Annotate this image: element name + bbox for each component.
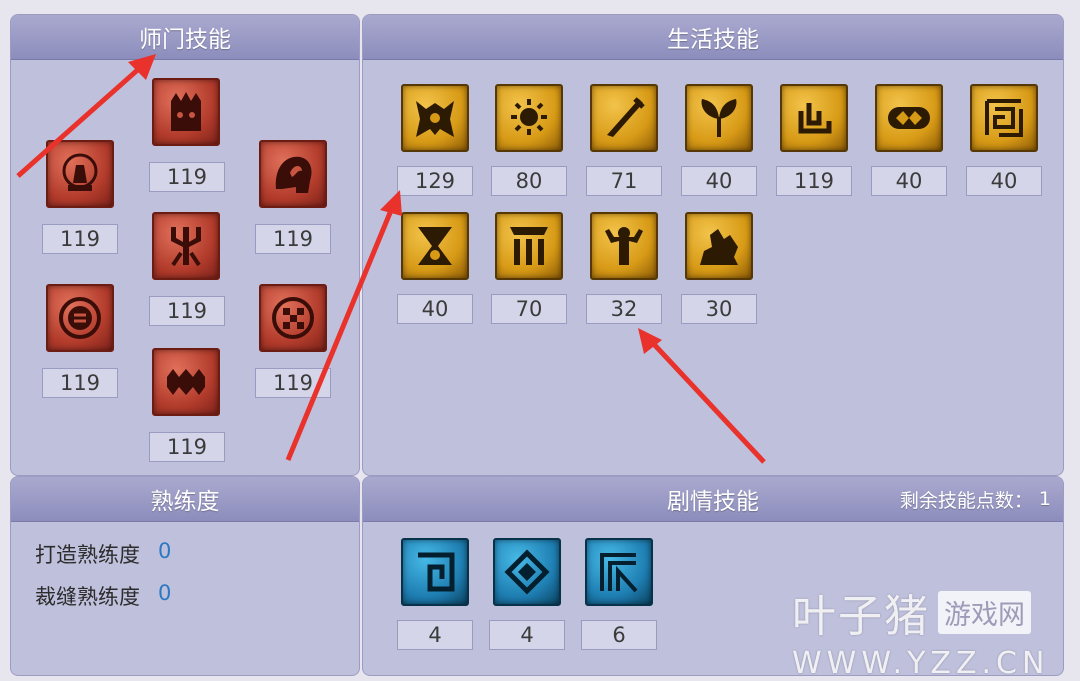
muscle-emblem-icon[interactable]	[401, 84, 469, 152]
sprout-icon[interactable]	[685, 84, 753, 152]
life-skills-panel: 生活技能 129 80 71 40 119 40 40 40 70 32 30	[362, 14, 1064, 476]
spiral-rune-icon[interactable]	[401, 538, 469, 606]
life-skill-8-value: 70	[491, 294, 567, 324]
life-skill-3-value: 40	[681, 166, 757, 196]
diamond-rune-icon[interactable]	[493, 538, 561, 606]
life-skill-1-value: 80	[491, 166, 567, 196]
school-skills-header: 师门技能	[11, 15, 359, 60]
school-skill-0-value: 119	[42, 224, 118, 254]
watermark-tag: 游戏网	[938, 590, 1031, 634]
life-skill-2-value: 71	[586, 166, 662, 196]
school-skills-title: 师门技能	[139, 27, 231, 53]
story-skills-title: 剧情技能	[667, 489, 759, 515]
life-skills-title: 生活技能	[667, 27, 759, 53]
school-skill-1-value: 119	[149, 162, 225, 192]
watermark-top: 叶子猪 游戏网	[792, 580, 1062, 644]
life-skill-7-value: 40	[397, 294, 473, 324]
story-skill-1-value: 4	[489, 620, 565, 650]
hourglass-figure-icon[interactable]	[401, 212, 469, 280]
spike-band-icon[interactable]	[152, 348, 220, 416]
life-skill-4-value: 119	[776, 166, 852, 196]
gate-icon[interactable]	[495, 212, 563, 280]
tailoring-label: 裁缝熟练度	[35, 585, 140, 609]
forging-label: 打造熟练度	[35, 543, 140, 567]
bell-icon[interactable]	[46, 140, 114, 208]
checker-circle-icon[interactable]	[259, 284, 327, 352]
story-skill-2-value: 6	[581, 620, 657, 650]
trident-icon[interactable]	[152, 212, 220, 280]
blade-icon[interactable]	[590, 84, 658, 152]
watermark-name: 叶子猪	[792, 591, 930, 642]
head-leaf-icon[interactable]	[259, 140, 327, 208]
proficiency-row-forging: 打造熟练度 0	[35, 539, 171, 569]
maze-icon[interactable]	[970, 84, 1038, 152]
story-skill-0-value: 4	[397, 620, 473, 650]
life-skill-10-value: 30	[681, 294, 757, 324]
proficiency-row-tailoring: 裁缝熟练度 0	[35, 581, 171, 611]
watermark: 叶子猪 游戏网 WWW.YZZ.CN	[792, 580, 1062, 681]
crown-mask-icon[interactable]	[152, 78, 220, 146]
school-skill-3-value: 119	[149, 296, 225, 326]
life-skill-9-value: 32	[586, 294, 662, 324]
life-skill-5-value: 40	[871, 166, 947, 196]
proficiency-header: 熟练度	[11, 477, 359, 522]
school-skills-panel: 师门技能 119 119 119 119 119 119 119	[10, 14, 360, 476]
sun-face-icon[interactable]	[495, 84, 563, 152]
watermark-url: WWW.YZZ.CN	[792, 646, 1050, 681]
strongman-icon[interactable]	[590, 212, 658, 280]
life-skills-header: 生活技能	[363, 15, 1063, 60]
story-skills-header: 剧情技能 剩余技能点数： 1	[363, 477, 1063, 522]
life-skill-6-value: 40	[966, 166, 1042, 196]
life-skill-0-value: 129	[397, 166, 473, 196]
seal-circle-icon[interactable]	[46, 284, 114, 352]
remaining-points: 剩余技能点数： 1	[900, 477, 1051, 521]
tailoring-value: 0	[158, 581, 172, 605]
remaining-points-label: 剩余技能点数：	[899, 489, 1033, 512]
corner-rune-icon[interactable]	[585, 538, 653, 606]
school-skill-5-value: 119	[255, 368, 331, 398]
school-skill-2-value: 119	[255, 224, 331, 254]
proficiency-panel: 熟练度 打造熟练度 0 裁缝熟练度 0	[10, 476, 360, 676]
vessel-icon[interactable]	[780, 84, 848, 152]
proficiency-title: 熟练度	[150, 489, 220, 515]
remaining-points-value: 1	[1038, 488, 1051, 510]
forging-value: 0	[158, 539, 172, 563]
school-skill-4-value: 119	[42, 368, 118, 398]
rubble-icon[interactable]	[685, 212, 753, 280]
school-skill-7-value: 119	[149, 432, 225, 462]
chain-links-icon[interactable]	[875, 84, 943, 152]
